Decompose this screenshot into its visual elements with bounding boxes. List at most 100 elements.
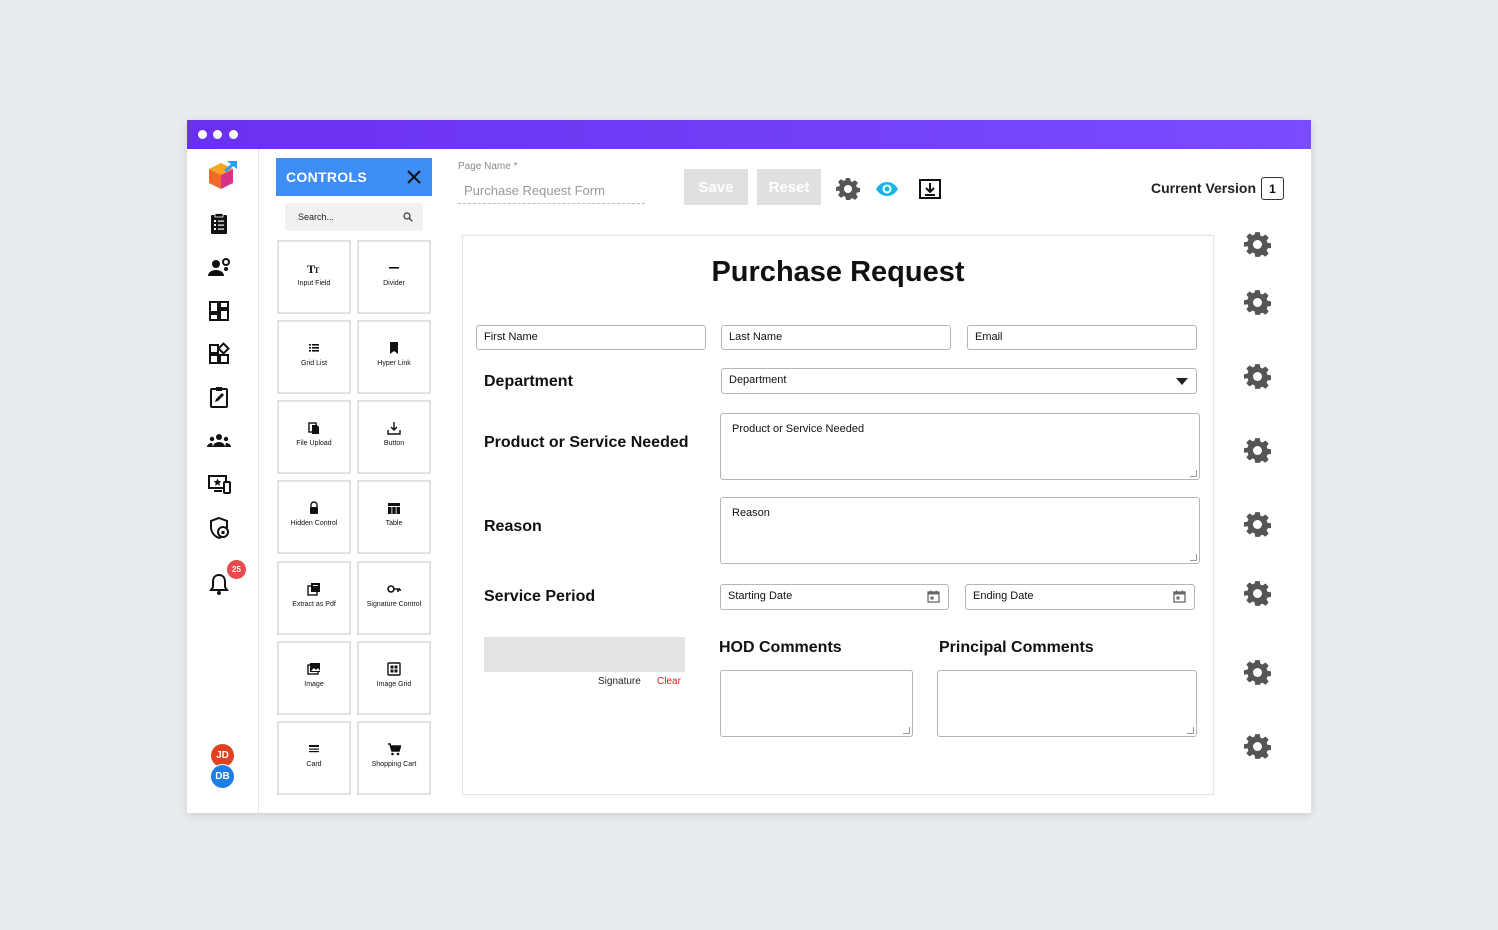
widgets-icon[interactable] [207,342,231,366]
department-select[interactable]: Department [721,368,1197,394]
bell-icon[interactable] [207,572,231,596]
tile-label: Shopping Cart [371,761,417,768]
form-title: Purchase Request [711,256,965,288]
department-label: Department [484,373,573,390]
gear-icon[interactable] [1244,289,1271,316]
version-number[interactable]: 1 [1261,177,1284,200]
ending-date-placeholder: Ending Date [973,590,1034,602]
text-icon: TT [307,262,320,275]
signature-label: Signature [598,676,641,687]
control-tile-file-upload[interactable]: File Upload [277,400,351,474]
control-tile-table[interactable]: Table [357,480,431,554]
gear-icon[interactable] [1244,659,1271,686]
tile-label: Extract as Pdf [292,601,336,608]
tile-label: Grid List [300,360,328,367]
form-canvas: Purchase Request First Name Last Name Em… [462,235,1214,795]
bookmark-icon [390,342,398,354]
controls-search-input[interactable]: Search... [285,203,423,231]
control-tile-signature[interactable]: Signature Control [357,561,431,635]
lock-icon [310,501,318,514]
product-textarea[interactable]: Product or Service Needed [720,413,1200,480]
search-icon[interactable] [403,212,413,222]
tile-label: File Upload [296,440,332,447]
download-icon [387,422,401,435]
notification-badge: 25 [227,560,246,579]
tile-label: Hyper Link [377,360,411,367]
hod-comments-textarea[interactable] [720,670,913,737]
app-logo-icon[interactable] [207,159,239,193]
window-dot[interactable] [198,130,207,139]
page-name-input[interactable] [458,178,645,204]
image-icon [307,663,320,675]
control-tile-extract-pdf[interactable]: Extract as Pdf [277,561,351,635]
side-nav: 25 JD DB [187,149,259,813]
control-tile-hyper-link[interactable]: Hyper Link [357,320,431,394]
tile-label: Image Grid [376,681,412,688]
edit-icon[interactable] [207,385,231,409]
control-tile-shopping-cart[interactable]: Shopping Cart [357,721,431,795]
reason-label: Reason [484,518,542,535]
window-dot[interactable] [229,130,238,139]
file-copy-icon [308,422,319,434]
reset-button[interactable]: Reset [757,169,821,205]
list-icon [309,344,319,352]
svg-text:T: T [314,266,320,275]
gear-icon[interactable] [1244,363,1271,390]
download-box-icon[interactable] [918,177,942,201]
signature-pad[interactable] [484,637,685,672]
control-tile-image-grid[interactable]: Image Grid [357,641,431,715]
starting-date-field[interactable]: Starting Date [720,584,949,610]
tile-label: Card [306,761,322,768]
control-tile-button[interactable]: Button [357,400,431,474]
tile-label: Signature Control [366,601,422,608]
control-tile-grid-list[interactable]: Grid List [277,320,351,394]
department-select-value: Department [729,374,787,386]
calendar-icon[interactable] [1173,590,1186,603]
key-icon [387,585,401,593]
control-tile-divider[interactable]: Divider [357,240,431,314]
control-tile-hidden-control[interactable]: Hidden Control [277,480,351,554]
email-field[interactable]: Email [967,325,1197,350]
tile-label: Table [385,520,403,527]
gear-icon[interactable] [1244,437,1271,464]
gear-icon[interactable] [836,177,860,201]
chevron-down-icon [1176,378,1188,385]
clipboard-icon[interactable] [207,212,231,236]
controls-title: CONTROLS [286,169,367,185]
hod-comments-label: HOD Comments [719,639,842,656]
save-button[interactable]: Save [684,169,748,205]
screen-star-icon[interactable] [207,472,231,496]
principal-comments-label: Principal Comments [939,639,1094,656]
cart-icon [388,743,401,756]
first-name-field[interactable]: First Name [476,325,706,350]
reason-textarea[interactable]: Reason [720,497,1200,564]
signature-clear-link[interactable]: Clear [657,676,681,687]
gear-icon[interactable] [1244,231,1271,258]
tile-label: Input Field [297,280,331,287]
dashboard-icon[interactable] [207,299,231,323]
groups-icon[interactable] [207,429,231,453]
users-settings-icon[interactable] [207,256,231,280]
gear-icon[interactable] [1244,511,1271,538]
divider-icon [389,267,399,269]
eye-icon[interactable] [875,177,899,201]
shield-icon[interactable] [207,516,231,540]
gear-icon[interactable] [1244,580,1271,607]
service-period-label: Service Period [484,588,596,605]
control-tile-card[interactable]: Card [277,721,351,795]
tile-label: Divider [383,280,405,287]
avatar[interactable]: DB [210,764,235,789]
last-name-field[interactable]: Last Name [721,325,951,350]
tile-label: Image [304,681,324,688]
close-icon[interactable] [406,169,422,185]
calendar-icon[interactable] [927,590,940,603]
control-tile-image[interactable]: Image [277,641,351,715]
control-tile-input-field[interactable]: TT Input Field [277,240,351,314]
gear-icon[interactable] [1244,733,1271,760]
starting-date-placeholder: Starting Date [728,590,793,602]
window-dot[interactable] [213,130,222,139]
ending-date-field[interactable]: Ending Date [965,584,1195,610]
pdf-icon [307,583,320,596]
tile-label: Button [383,440,405,447]
principal-comments-textarea[interactable] [937,670,1197,737]
